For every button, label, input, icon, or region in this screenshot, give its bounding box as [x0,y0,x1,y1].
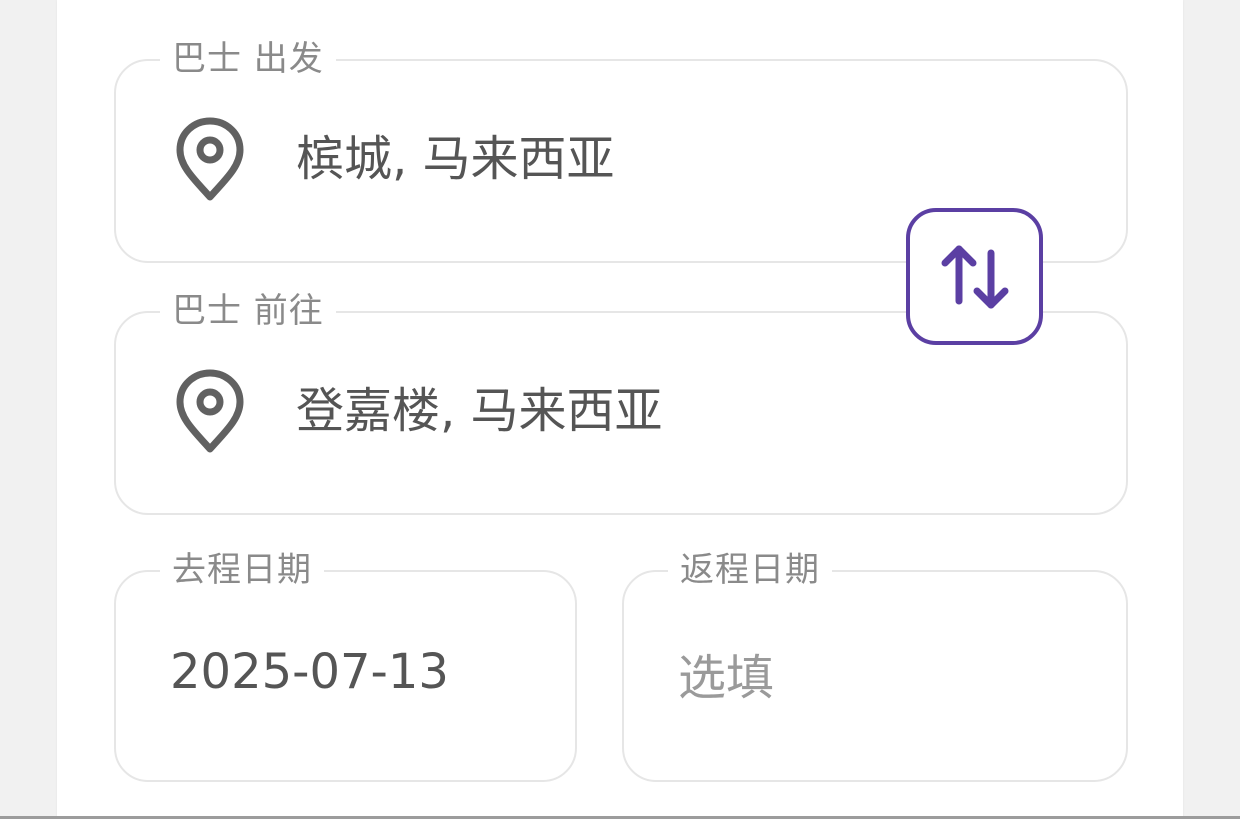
from-location-value: 槟城, 马来西亚 [296,131,615,187]
return-date-field[interactable]: 返程日期 选填 [622,550,1128,782]
to-location-label: 巴士 前往 [160,291,336,331]
depart-date-field[interactable]: 去程日期 2025-07-13 [114,550,577,782]
return-date-label: 返程日期 [668,550,832,590]
depart-date-label: 去程日期 [160,550,324,590]
to-location-value: 登嘉楼, 马来西亚 [296,383,663,439]
location-pin-icon [176,117,244,201]
depart-date-value: 2025-07-13 [170,644,449,700]
location-pin-icon [176,369,244,453]
swap-locations-button[interactable] [906,208,1043,345]
return-date-placeholder: 选填 [678,650,775,706]
search-form-card: 巴士 出发 槟城, 马来西亚 巴士 前往 登嘉楼, 马来西亚 去程日期 2025… [57,0,1183,819]
swap-vertical-icon [941,245,1008,308]
from-location-label: 巴士 出发 [160,39,336,79]
